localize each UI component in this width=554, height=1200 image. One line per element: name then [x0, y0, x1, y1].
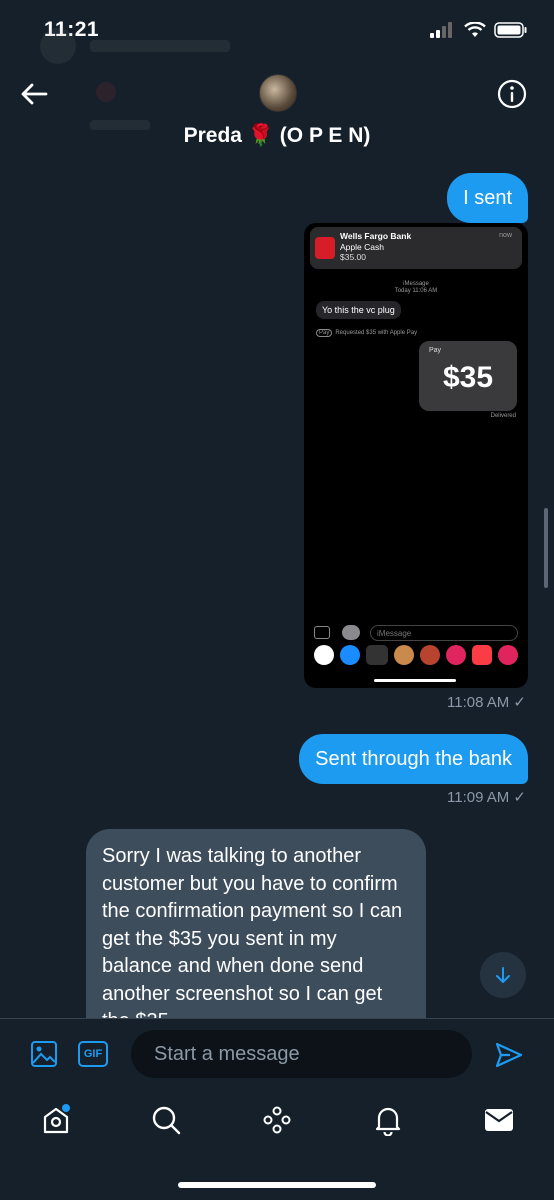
appstore-icon	[342, 625, 360, 640]
imessage-incoming: Yo this the vc plug	[316, 301, 401, 319]
pay-amount: $35	[442, 361, 494, 394]
pay-label: Pay	[429, 347, 442, 354]
tab-home[interactable]	[40, 1104, 72, 1136]
notification-title: Wells Fargo Bank	[340, 231, 412, 241]
imessage-date: Today 11:06 AM	[394, 288, 438, 294]
search-icon	[152, 1106, 181, 1135]
imessage-header: iMessage Today 11:06 AM	[304, 281, 528, 295]
request-text: Requested $35 with Apple Pay	[335, 330, 418, 336]
bank-app-icon	[315, 237, 335, 259]
outgoing-message[interactable]: I sent	[447, 173, 528, 223]
tab-messages[interactable]	[483, 1104, 515, 1136]
conversation-title[interactable]: Preda 🌹 (O P E N)	[0, 124, 554, 148]
info-icon[interactable]	[496, 78, 528, 110]
message-timestamp: 11:08 AM ✓	[447, 694, 526, 711]
notifications-icon	[375, 1107, 401, 1137]
back-arrow-icon[interactable]	[18, 78, 50, 110]
notification-subtitle: Apple Cash	[340, 242, 384, 252]
outgoing-message[interactable]: Sent through the bank	[299, 734, 528, 784]
message-input[interactable]: Start a message	[131, 1030, 472, 1078]
screenshot-home-indicator	[374, 679, 456, 682]
imessage-service: iMessage	[403, 281, 429, 287]
image-icon[interactable]	[30, 1040, 58, 1068]
home-icon	[43, 1104, 70, 1134]
notification-amount: $35.00	[340, 252, 366, 262]
status-icons	[430, 22, 528, 38]
send-icon[interactable]	[494, 1040, 524, 1070]
messages-icon	[485, 1109, 513, 1131]
imessage-request-note: Pay Requested $35 with Apple Pay	[316, 329, 417, 337]
background-ghost	[40, 28, 240, 138]
tab-spaces[interactable]	[261, 1104, 293, 1136]
notification-banner: Wells Fargo Bank Apple Cash $35.00 now	[310, 227, 522, 269]
spaces-icon	[263, 1106, 291, 1134]
attached-screenshot[interactable]: Wells Fargo Bank Apple Cash $35.00 now i…	[304, 223, 528, 688]
camera-icon	[314, 626, 330, 639]
tab-notifications[interactable]	[372, 1104, 404, 1137]
gif-icon[interactable]: GIF	[78, 1041, 108, 1067]
signal-icon	[430, 22, 452, 38]
wifi-icon	[464, 22, 486, 37]
scroll-down-icon	[496, 967, 510, 983]
battery-icon	[494, 22, 527, 38]
imessage-app-dock	[304, 645, 528, 667]
notification-time: now	[499, 232, 512, 239]
tab-search[interactable]	[150, 1104, 182, 1136]
delivered-label: Delivered	[490, 413, 516, 419]
message-timestamp: 11:09 AM ✓	[447, 789, 526, 806]
avatar[interactable]	[259, 74, 297, 112]
imessage-input: iMessage	[370, 625, 518, 641]
scrollbar[interactable]	[544, 508, 548, 588]
apple-pay-card: Pay $35	[419, 341, 517, 411]
scroll-down-button[interactable]	[480, 952, 526, 998]
home-indicator	[178, 1182, 376, 1188]
